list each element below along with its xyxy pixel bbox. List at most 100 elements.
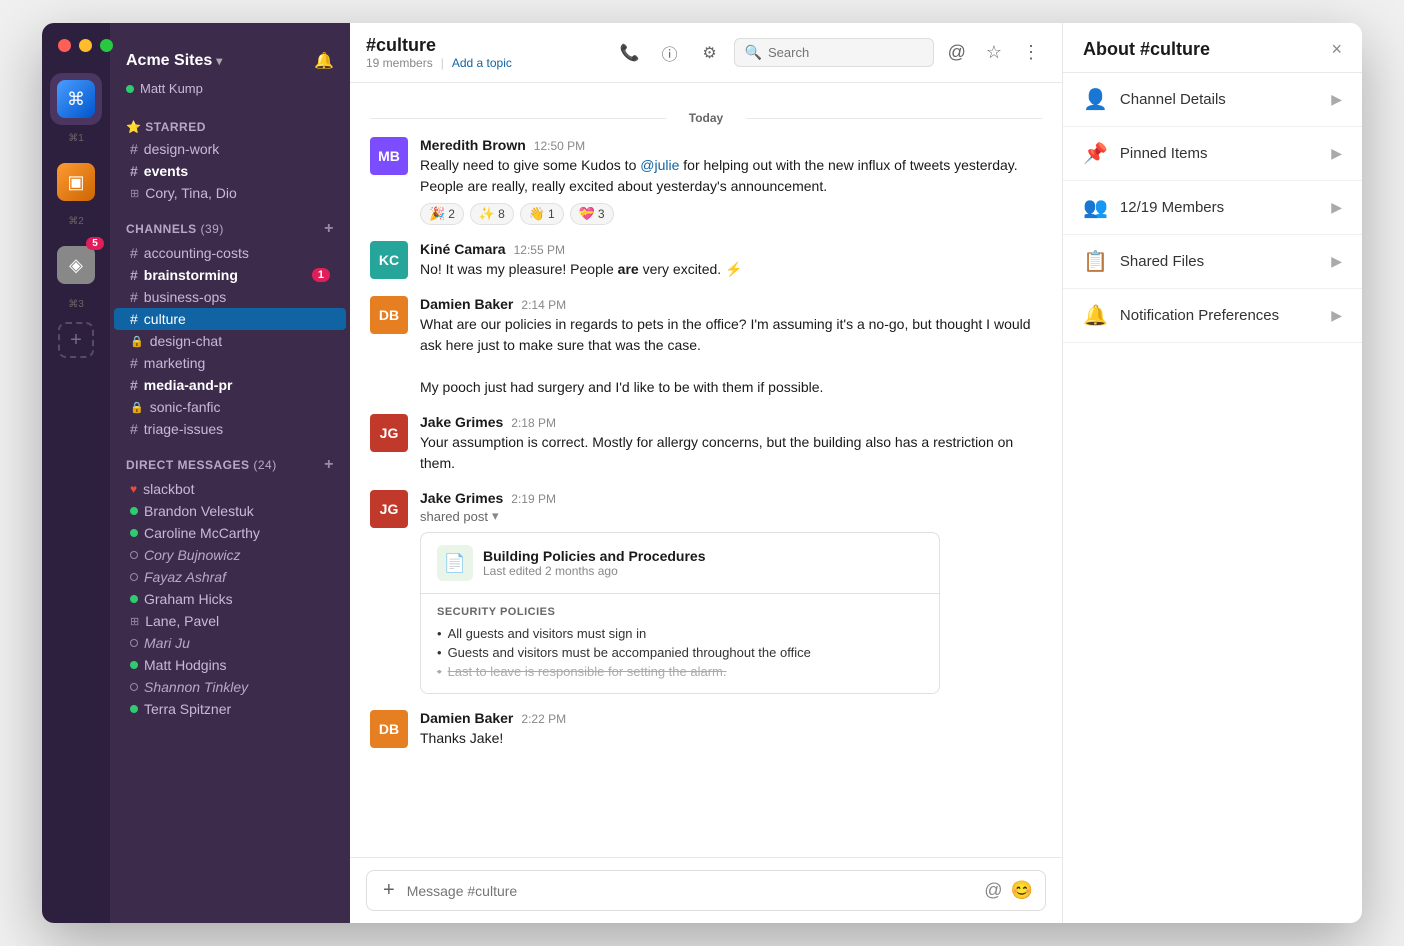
- at-mention-icon[interactable]: @: [984, 880, 1002, 901]
- at-icon[interactable]: @: [942, 38, 972, 67]
- message-header-6: Damien Baker 2:22 PM: [420, 710, 1042, 726]
- add-dm-button[interactable]: +: [324, 456, 334, 474]
- sidebar-dm-terra[interactable]: Terra Spitzner: [114, 698, 346, 720]
- app-shortcut-3: ⌘3: [68, 299, 84, 310]
- channel-details-icon: 👤: [1083, 87, 1108, 112]
- reaction-heart[interactable]: 💝3: [570, 203, 614, 225]
- sidebar-dm-mari[interactable]: Mari Ju: [114, 632, 346, 654]
- online-dot-caroline: [130, 529, 138, 537]
- doc-list-item: All guests and visitors must sign in: [437, 624, 923, 643]
- sidebar-content: ⭐ STARRED # design-work # events ⊞ Cory,…: [110, 104, 350, 923]
- right-panel-close-button[interactable]: ×: [1331, 39, 1342, 60]
- attach-button[interactable]: +: [379, 879, 399, 902]
- sidebar-header: Acme Sites ▾ 🔔: [110, 31, 350, 79]
- sidebar-dm-shannon[interactable]: Shannon Tinkley: [114, 676, 346, 698]
- sidebar-item-events[interactable]: # events: [114, 160, 346, 182]
- window-minimize-dot[interactable]: [79, 39, 92, 52]
- window-close-dot[interactable]: [58, 39, 71, 52]
- sidebar-dm-matt-h[interactable]: Matt Hodgins: [114, 654, 346, 676]
- search-input[interactable]: [768, 45, 923, 60]
- emoji-icon[interactable]: 😊: [1011, 880, 1033, 901]
- star-icon[interactable]: ☆: [980, 38, 1008, 67]
- sidebar-item-sonic-fanfic[interactable]: 🔒 sonic-fanfic: [114, 396, 346, 418]
- shared-post-dropdown-icon[interactable]: ▾: [492, 508, 499, 524]
- app-icon-3[interactable]: ◈ 5: [50, 239, 102, 291]
- message-content-2: Kiné Camara 12:55 PM No! It was my pleas…: [420, 241, 1042, 280]
- mention-julie[interactable]: @julie: [640, 157, 679, 173]
- sidebar-item-accounting-costs[interactable]: # accounting-costs: [114, 242, 346, 264]
- rp-chevron-shared-files: ▶: [1331, 253, 1342, 270]
- add-channel-button[interactable]: +: [324, 220, 334, 238]
- reaction-wave[interactable]: 👋1: [520, 203, 564, 225]
- notification-prefs-icon: 🔔: [1083, 303, 1108, 328]
- doc-list: All guests and visitors must sign in Gue…: [437, 624, 923, 681]
- sidebar-dm-brandon[interactable]: Brandon Velestuk: [114, 500, 346, 522]
- sidebar-item-culture[interactable]: # culture: [114, 308, 346, 330]
- online-dot-graham: [130, 595, 138, 603]
- sidebar-item-brainstorming[interactable]: # brainstorming 1: [114, 264, 346, 286]
- add-topic-link[interactable]: Add a topic: [452, 56, 512, 70]
- app-icons-column: ⌘ ⌘1 ▣ ⌘2 ◈ 5 ⌘3 +: [42, 23, 110, 923]
- more-options-icon[interactable]: ⋮: [1016, 38, 1046, 67]
- doc-list-item: Guests and visitors must be accompanied …: [437, 643, 923, 662]
- info-button[interactable]: ⓘ: [654, 37, 686, 69]
- rp-item-members[interactable]: 👥 12/19 Members ▶: [1063, 181, 1362, 235]
- date-divider: Today: [370, 111, 1042, 125]
- sidebar-item-business-ops[interactable]: # business-ops: [114, 286, 346, 308]
- rp-item-notification-prefs[interactable]: 🔔 Notification Preferences ▶: [1063, 289, 1362, 343]
- rp-item-pinned-items[interactable]: 📌 Pinned Items ▶: [1063, 127, 1362, 181]
- message-author-3: Damien Baker: [420, 296, 513, 312]
- message-author-4: Jake Grimes: [420, 414, 503, 430]
- sidebar-item-cory-tina-dio[interactable]: ⊞ Cory, Tina, Dio: [114, 182, 346, 204]
- rp-item-channel-details[interactable]: 👤 Channel Details ▶: [1063, 73, 1362, 127]
- sidebar-dm-fayaz[interactable]: Fayaz Ashraf: [114, 566, 346, 588]
- app-icon-2[interactable]: ▣: [50, 156, 102, 208]
- message-input[interactable]: [407, 883, 977, 899]
- sidebar-item-media-and-pr[interactable]: # media-and-pr: [114, 374, 346, 396]
- sidebar-dm-cory[interactable]: Cory Bujnowicz: [114, 544, 346, 566]
- doc-subtitle: Last edited 2 months ago: [483, 564, 706, 578]
- message-input-area: + @ 😊: [350, 857, 1062, 923]
- call-button[interactable]: 📞: [614, 37, 646, 69]
- avatar-damien: DB: [370, 296, 408, 334]
- sidebar-item-design-chat[interactable]: 🔒 design-chat: [114, 330, 346, 352]
- message-row: DB Damien Baker 2:22 PM Thanks Jake!: [370, 710, 1042, 749]
- sidebar-dm-lane[interactable]: ⊞ Lane, Pavel: [114, 610, 346, 632]
- online-dot-matt-h: [130, 661, 138, 669]
- app-icon-1[interactable]: ⌘: [50, 73, 102, 125]
- sidebar-item-triage-issues[interactable]: # triage-issues: [114, 418, 346, 440]
- rp-item-shared-files[interactable]: 📋 Shared Files ▶: [1063, 235, 1362, 289]
- window-maximize-dot[interactable]: [100, 39, 113, 52]
- app-icon-img-2: ▣: [57, 163, 95, 201]
- message-row: KC Kiné Camara 12:55 PM No! It was my pl…: [370, 241, 1042, 280]
- reaction-sparkle[interactable]: ✨8: [470, 203, 514, 225]
- right-panel: About #culture × 👤 Channel Details ▶ 📌 P…: [1062, 23, 1362, 923]
- main-chat-area: #culture 19 members | Add a topic 📞 ⓘ ⚙ …: [350, 23, 1062, 923]
- settings-button[interactable]: ⚙: [694, 37, 726, 69]
- add-app-button[interactable]: +: [58, 322, 94, 358]
- notification-bell-icon[interactable]: 🔔: [314, 51, 334, 71]
- app-icon-img-3: ◈: [57, 246, 95, 284]
- message-content-6: Damien Baker 2:22 PM Thanks Jake!: [420, 710, 1042, 749]
- sidebar-item-design-work[interactable]: # design-work: [114, 138, 346, 160]
- lock-icon-sonic-fanfic: 🔒: [130, 401, 144, 414]
- shared-doc-header: 📄 Building Policies and Procedures Last …: [421, 533, 939, 594]
- reaction-party[interactable]: 🎉2: [420, 203, 464, 225]
- message-header-4: Jake Grimes 2:18 PM: [420, 414, 1042, 430]
- online-dot-terra: [130, 705, 138, 713]
- message-author-2: Kiné Camara: [420, 241, 506, 257]
- sidebar-item-marketing[interactable]: # marketing: [114, 352, 346, 374]
- sidebar-dm-slackbot[interactable]: ♥ slackbot: [114, 478, 346, 500]
- sidebar-dm-graham[interactable]: Graham Hicks: [114, 588, 346, 610]
- offline-dot-mari: [130, 639, 138, 647]
- message-row: DB Damien Baker 2:14 PM What are our pol…: [370, 296, 1042, 398]
- search-bar[interactable]: 🔍: [734, 38, 934, 67]
- avatar-meredith: MB: [370, 137, 408, 175]
- workspace-name[interactable]: Acme Sites ▾: [126, 52, 222, 70]
- shared-document[interactable]: 📄 Building Policies and Procedures Last …: [420, 532, 940, 694]
- right-panel-title: About #culture: [1083, 39, 1210, 60]
- sidebar-dm-caroline[interactable]: Caroline McCarthy: [114, 522, 346, 544]
- channels-section-title: CHANNELS (39) +: [110, 204, 350, 242]
- starred-section-title: ⭐ STARRED: [110, 104, 350, 138]
- doc-list-item: Last to leave is responsible for setting…: [437, 662, 923, 681]
